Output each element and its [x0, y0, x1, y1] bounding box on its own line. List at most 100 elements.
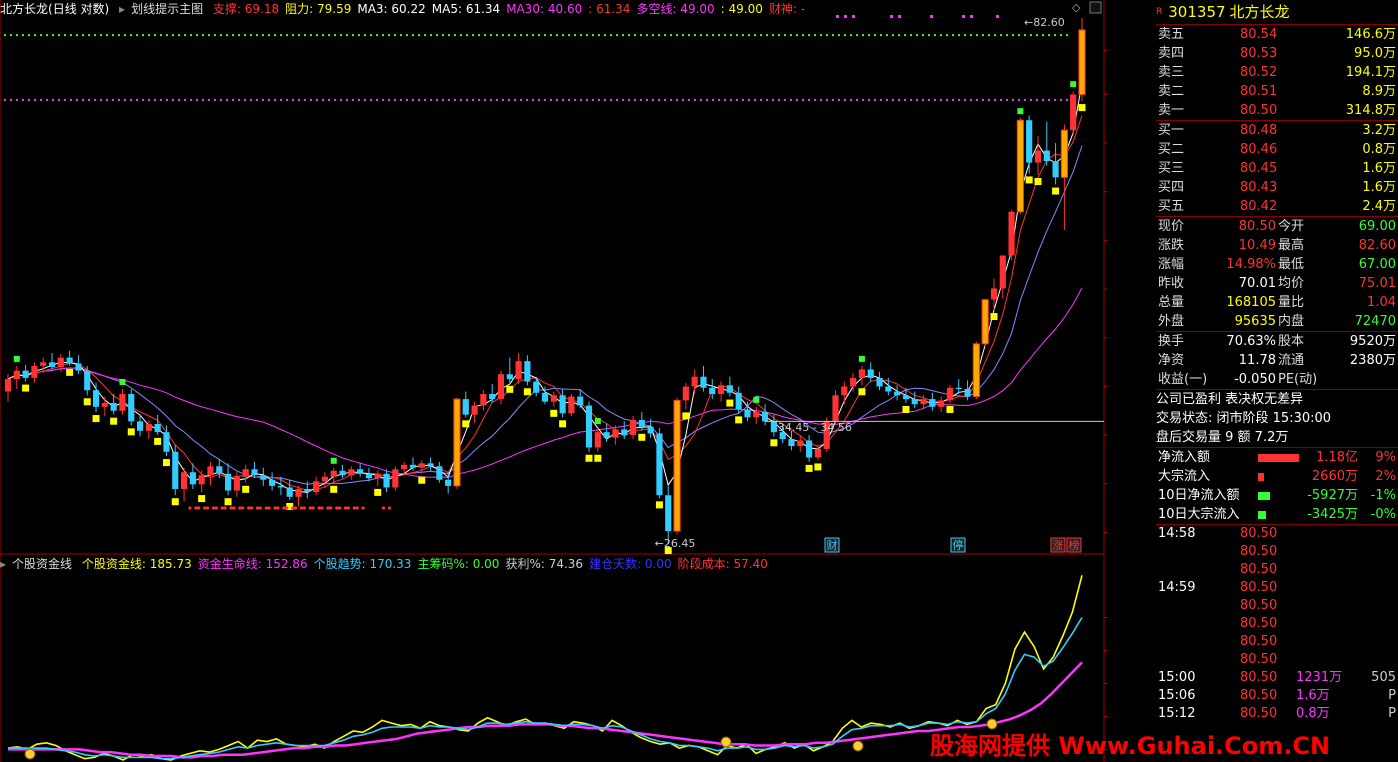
quote-header: R 301357 北方长龙 — [1156, 0, 1398, 25]
stat-value: 70.01 — [1238, 276, 1276, 291]
trade-state-label: 交易状态: — [1156, 411, 1213, 426]
candle-body — [735, 392, 742, 410]
bottom-dot — [320, 506, 324, 510]
candle-body — [541, 392, 549, 402]
candle-body — [401, 464, 408, 470]
candle-body — [330, 470, 337, 477]
stat-label: 最高 — [1278, 238, 1305, 253]
tick-row: 80.50 — [1156, 597, 1398, 615]
candle-body — [990, 288, 998, 300]
stat-label: 量比 — [1278, 295, 1305, 310]
book-row: 卖三 80.52 194.1万 — [1156, 63, 1398, 82]
window-button-icon[interactable] — [1089, 1, 1102, 14]
sub-indicator-name[interactable]: 个股资金线 — [12, 557, 72, 571]
legend-item: 主筹码%: 0.00 — [417, 557, 500, 571]
book-row: 买一 80.48 3.2万 — [1156, 121, 1398, 140]
candle-body — [216, 466, 223, 474]
candle-body — [665, 495, 672, 532]
candle-body — [691, 376, 698, 387]
signal-marker — [1070, 81, 1077, 88]
tick-price: 80.50 — [1240, 562, 1278, 577]
main-chart-legend: 北方长龙(日线 对数) ▸ 划线提示主图 支撑: 69.18 阻力: 79.59 MA… — [0, 0, 1090, 18]
tick-price: 80.50 — [1240, 688, 1278, 703]
candle-body — [762, 412, 769, 422]
candle-body — [198, 475, 205, 485]
flow-row: 10日净流入额 -5927万 -1% — [1156, 486, 1398, 505]
bottom-dot — [247, 506, 251, 510]
company-status: 公司已盈利 表决权无差异 — [1156, 392, 1304, 407]
candle-body — [57, 357, 64, 368]
tick-row: 15:12 80.50 0.8万 P — [1156, 705, 1398, 723]
book-label: 买一 — [1158, 123, 1185, 138]
candle-body — [981, 299, 989, 345]
tick-volume: 1.6万 — [1296, 688, 1330, 703]
candle-body — [365, 473, 373, 479]
stat-value: 69.00 — [1358, 219, 1396, 234]
candle-body — [304, 488, 311, 493]
flow-bar — [1258, 454, 1299, 462]
signal-marker — [162, 459, 170, 467]
book-price: 80.46 — [1240, 142, 1278, 157]
stat-row: 外盘 95635 内盘 72470 — [1156, 312, 1398, 331]
tick-row: 15:00 80.50 1231万 505 — [1156, 669, 1398, 687]
stat-label: 昨收 — [1158, 276, 1185, 291]
book-label: 卖三 — [1158, 65, 1185, 80]
tick-row: 80.50 — [1156, 561, 1398, 579]
candle-body — [286, 487, 293, 497]
signal-marker — [198, 495, 206, 503]
after-hours: 盘后交易量 9 额 7.2万 — [1156, 428, 1398, 448]
candle-body — [621, 429, 628, 435]
fundamental-row: 换手 70.63% 股本 9520万 — [1156, 332, 1398, 351]
candle-body — [920, 399, 927, 405]
candle-body — [295, 488, 302, 497]
signal-marker — [753, 396, 760, 403]
book-row: 买三 80.45 1.6万 — [1156, 159, 1398, 178]
candle-body — [136, 421, 144, 431]
ma3-line — [7, 82, 1083, 494]
legend-item: MA3: 60.22 — [357, 2, 426, 16]
bottom-dot — [329, 506, 333, 510]
tick-list[interactable]: 14:58 80.50 80.50 80.50 14:59 80.50 80.50 80.50… — [1156, 525, 1398, 723]
bottom-dot — [203, 506, 207, 510]
candle-body — [13, 370, 20, 380]
candle-body — [682, 386, 689, 401]
indicator-arrow-icon[interactable]: ▸ — [119, 2, 125, 16]
main-indicator-values: 支撑: 69.18 阻力: 79.59 MA3: 60.22 MA5: 61.34 MA… — [213, 2, 811, 16]
flow-label: 净流入额 — [1158, 450, 1211, 465]
signal-marker — [1052, 187, 1060, 195]
candle-body — [568, 396, 575, 414]
indicator-arrow-icon[interactable]: ▸ — [0, 557, 6, 571]
stat-label: 现价 — [1158, 219, 1185, 234]
candle-body — [559, 395, 566, 414]
main-indicator-name[interactable]: 划线提示主图 — [131, 2, 203, 16]
candle-body — [673, 399, 681, 532]
candle-body — [418, 463, 425, 468]
signal-marker — [224, 498, 232, 506]
chart-area[interactable]: 77.0170.0163.0156.7151.0445.9341.3437.21… — [0, 0, 1108, 762]
legend-item: MA30: 40.60 — [506, 2, 583, 16]
ask-book: 卖五 80.54 146.6万 卖四 80.53 95.0万 卖三 80.52 194.1万 卖二… — [1156, 25, 1398, 121]
candle-body — [832, 395, 839, 422]
bottom-dot — [282, 506, 286, 510]
stat-label: 今开 — [1278, 219, 1305, 234]
candle-body — [603, 432, 610, 438]
candle-body — [964, 389, 971, 397]
candle-body — [533, 381, 540, 393]
bottom-dot — [214, 506, 218, 510]
bottom-dot — [267, 506, 271, 510]
candle-body — [1016, 119, 1024, 213]
flow-pct: -0% — [1370, 507, 1396, 522]
candle-body — [22, 370, 29, 378]
bottom-dot — [343, 506, 348, 510]
bottom-dot — [229, 506, 233, 510]
stat-value: 82.60 — [1358, 238, 1396, 253]
book-volume: 146.6万 — [1345, 27, 1396, 42]
bottom-dot — [249, 506, 254, 510]
signal-marker — [990, 313, 998, 321]
stat-label: 外盘 — [1158, 314, 1185, 329]
candle-body — [128, 394, 135, 422]
candle-body — [251, 469, 258, 476]
book-row: 卖五 80.54 146.6万 — [1156, 25, 1398, 44]
sub-indicator-values: 个股资金线: 185.73 资金生命线: 152.86 个股趋势: 170.33 主筹… — [82, 557, 774, 571]
stat-row: 涨幅 14.98% 最低 67.00 — [1156, 255, 1398, 274]
